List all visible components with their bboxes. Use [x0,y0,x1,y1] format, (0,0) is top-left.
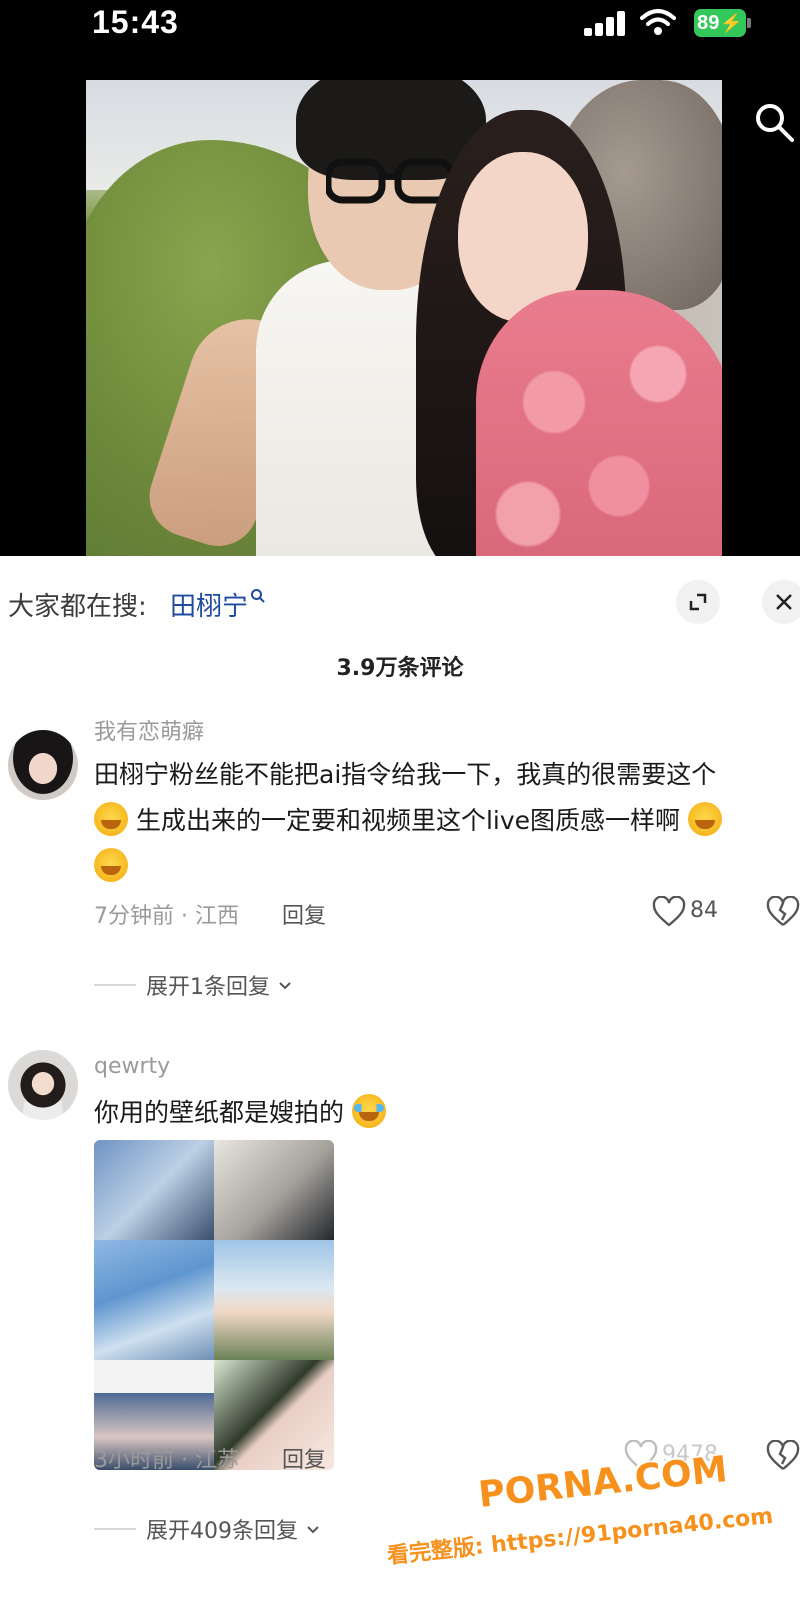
status-time: 15:43 [92,4,179,40]
expand-replies-label: 展开409条回复 [146,1519,298,1544]
watermark-url: 看完整版: https://91porna40.com [386,1503,775,1570]
fullscreen-icon [689,593,707,611]
comment-username[interactable]: 我有恋萌癖 [94,714,204,746]
comment-text-line: 田栩宁粉丝能不能把ai指令给我一下，我真的很需要这个 [94,760,717,789]
comment-username[interactable]: qewrty [94,1054,170,1079]
fullscreen-button[interactable] [676,580,720,624]
avatar[interactable] [8,1050,78,1120]
video-area[interactable]: 15:43 89 ⚡ [0,0,800,556]
status-bar: 15:43 89 ⚡ [0,0,800,56]
charging-bolt-icon: ⚡ [720,12,743,33]
battery-indicator: 89 ⚡ [694,9,746,37]
comment-meta: 7分钟前 · 江西 [94,904,239,929]
crying-face-emoji [351,1094,386,1128]
chevron-down-icon [279,982,291,990]
expand-divider [94,984,136,986]
pleading-face-emoji [687,802,722,836]
broken-heart-icon[interactable] [766,1440,800,1472]
photo-woman-dress [476,290,722,556]
battery-level: 89 [697,11,720,34]
comment-text-line [94,844,798,890]
search-suggestion-term[interactable]: 田栩宁 [170,586,248,623]
comment-text: 你用的壁纸都是嫂拍的 [94,1090,798,1136]
expand-replies-label: 展开1条回复 [146,975,270,1000]
search-small-icon[interactable] [250,588,266,604]
comment-text-fragment: 生成出来的一定要和视频里这个live图质感一样啊 [135,806,681,835]
comment-count-title: 3.9万条评论 [336,656,464,681]
douyin-comments-screen: 15:43 89 ⚡ 大家都在搜: 田栩宁 3.9万条评论 我有恋萌癖 田栩宁粉… [0,0,800,1608]
comment-attached-image[interactable] [94,1140,334,1470]
comment-meta: 3小时前 · 江苏 [94,1448,239,1473]
avatar[interactable] [8,730,78,800]
expand-divider [94,1528,136,1530]
expand-replies-button[interactable]: 展开1条回复 [94,970,294,1000]
search-icon[interactable] [752,100,796,144]
reply-button[interactable]: 回复 [282,1442,326,1474]
pleading-face-emoji [94,848,128,882]
comment-text-fragment: 你用的壁纸都是嫂拍的 [94,1098,345,1127]
chevron-down-icon [307,1526,319,1534]
broken-heart-icon[interactable] [766,896,800,928]
photo-glasses [326,158,454,204]
like-count: 84 [690,898,718,923]
wifi-icon [640,9,676,35]
reply-button[interactable]: 回复 [282,898,326,930]
comment-text: 田栩宁粉丝能不能把ai指令给我一下，我真的很需要这个 生成出来的一定要和视频里这… [94,752,798,890]
video-frame-photo[interactable] [86,80,722,556]
cellular-signal-icon [584,10,628,36]
pleading-face-emoji [94,802,128,836]
comment-text-line: 生成出来的一定要和视频里这个live图质感一样啊 [94,798,798,844]
heart-icon[interactable] [652,896,686,928]
close-button[interactable] [762,580,800,624]
battery-nub [747,18,751,28]
close-icon [776,594,792,610]
search-suggestion-prefix: 大家都在搜: [8,592,147,622]
expand-replies-button[interactable]: 展开409条回复 [94,1514,322,1544]
